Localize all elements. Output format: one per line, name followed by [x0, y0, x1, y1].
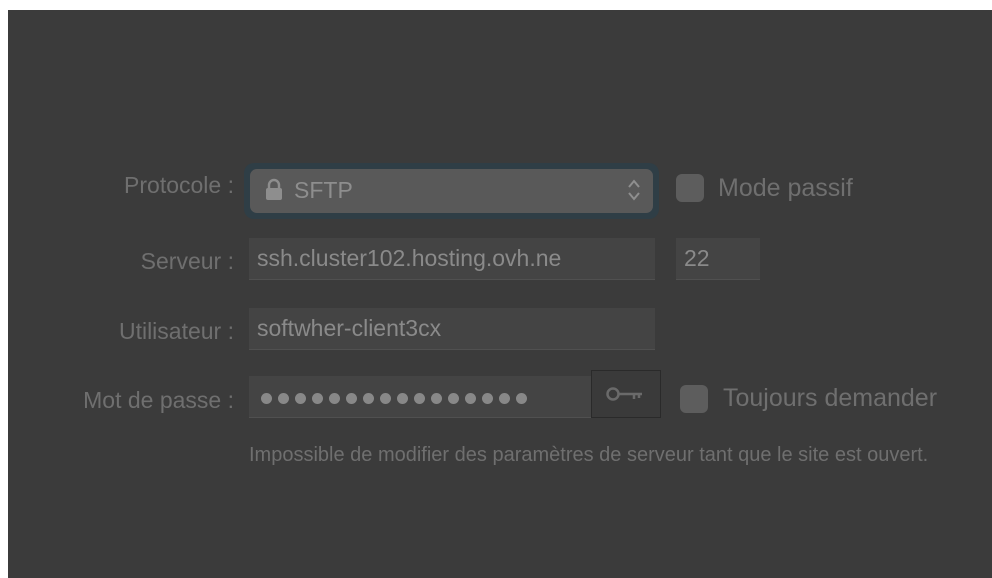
- password-dot: [397, 393, 408, 404]
- password-dot: [295, 393, 306, 404]
- password-dot: [363, 393, 374, 404]
- always-ask-checkbox[interactable]: [680, 385, 708, 413]
- password-dot: [516, 393, 527, 404]
- password-label: Mot de passe :: [83, 387, 234, 413]
- passive-mode-checkbox[interactable]: [676, 174, 704, 202]
- lock-icon: [266, 178, 282, 200]
- server-port-input[interactable]: 22: [676, 238, 760, 280]
- password-mask: [261, 393, 527, 407]
- password-dot: [414, 393, 425, 404]
- password-dot: [482, 393, 493, 404]
- username-input[interactable]: softwher-client3cx: [249, 308, 655, 350]
- protocol-label: Protocole :: [124, 172, 234, 198]
- password-dot: [329, 393, 340, 404]
- user-label: Utilisateur :: [118, 318, 234, 344]
- chevron-updown-icon: [628, 179, 640, 201]
- server-settings-panel: [8, 10, 992, 578]
- protocol-select-body[interactable]: SFTP: [250, 169, 653, 213]
- password-dot: [380, 393, 391, 404]
- password-dot: [431, 393, 442, 404]
- always-ask-label: Toujours demander: [723, 384, 938, 412]
- password-dot: [448, 393, 459, 404]
- passive-mode-label: Mode passif: [718, 174, 853, 202]
- password-dot: [346, 393, 357, 404]
- password-dot: [261, 393, 272, 404]
- password-dot: [499, 393, 510, 404]
- password-dot: [312, 393, 323, 404]
- keychain-button[interactable]: [591, 370, 661, 418]
- server-settings-locked-note: Impossible de modifier des paramètres de…: [249, 444, 929, 466]
- password-dot: [465, 393, 476, 404]
- server-label: Serveur :: [140, 248, 234, 274]
- key-icon: [606, 387, 642, 401]
- protocol-selected-value: SFTP: [294, 177, 353, 203]
- protocol-select[interactable]: SFTP: [244, 163, 659, 219]
- server-host-input[interactable]: ssh.cluster102.hosting.ovh.ne: [249, 238, 655, 280]
- password-dot: [278, 393, 289, 404]
